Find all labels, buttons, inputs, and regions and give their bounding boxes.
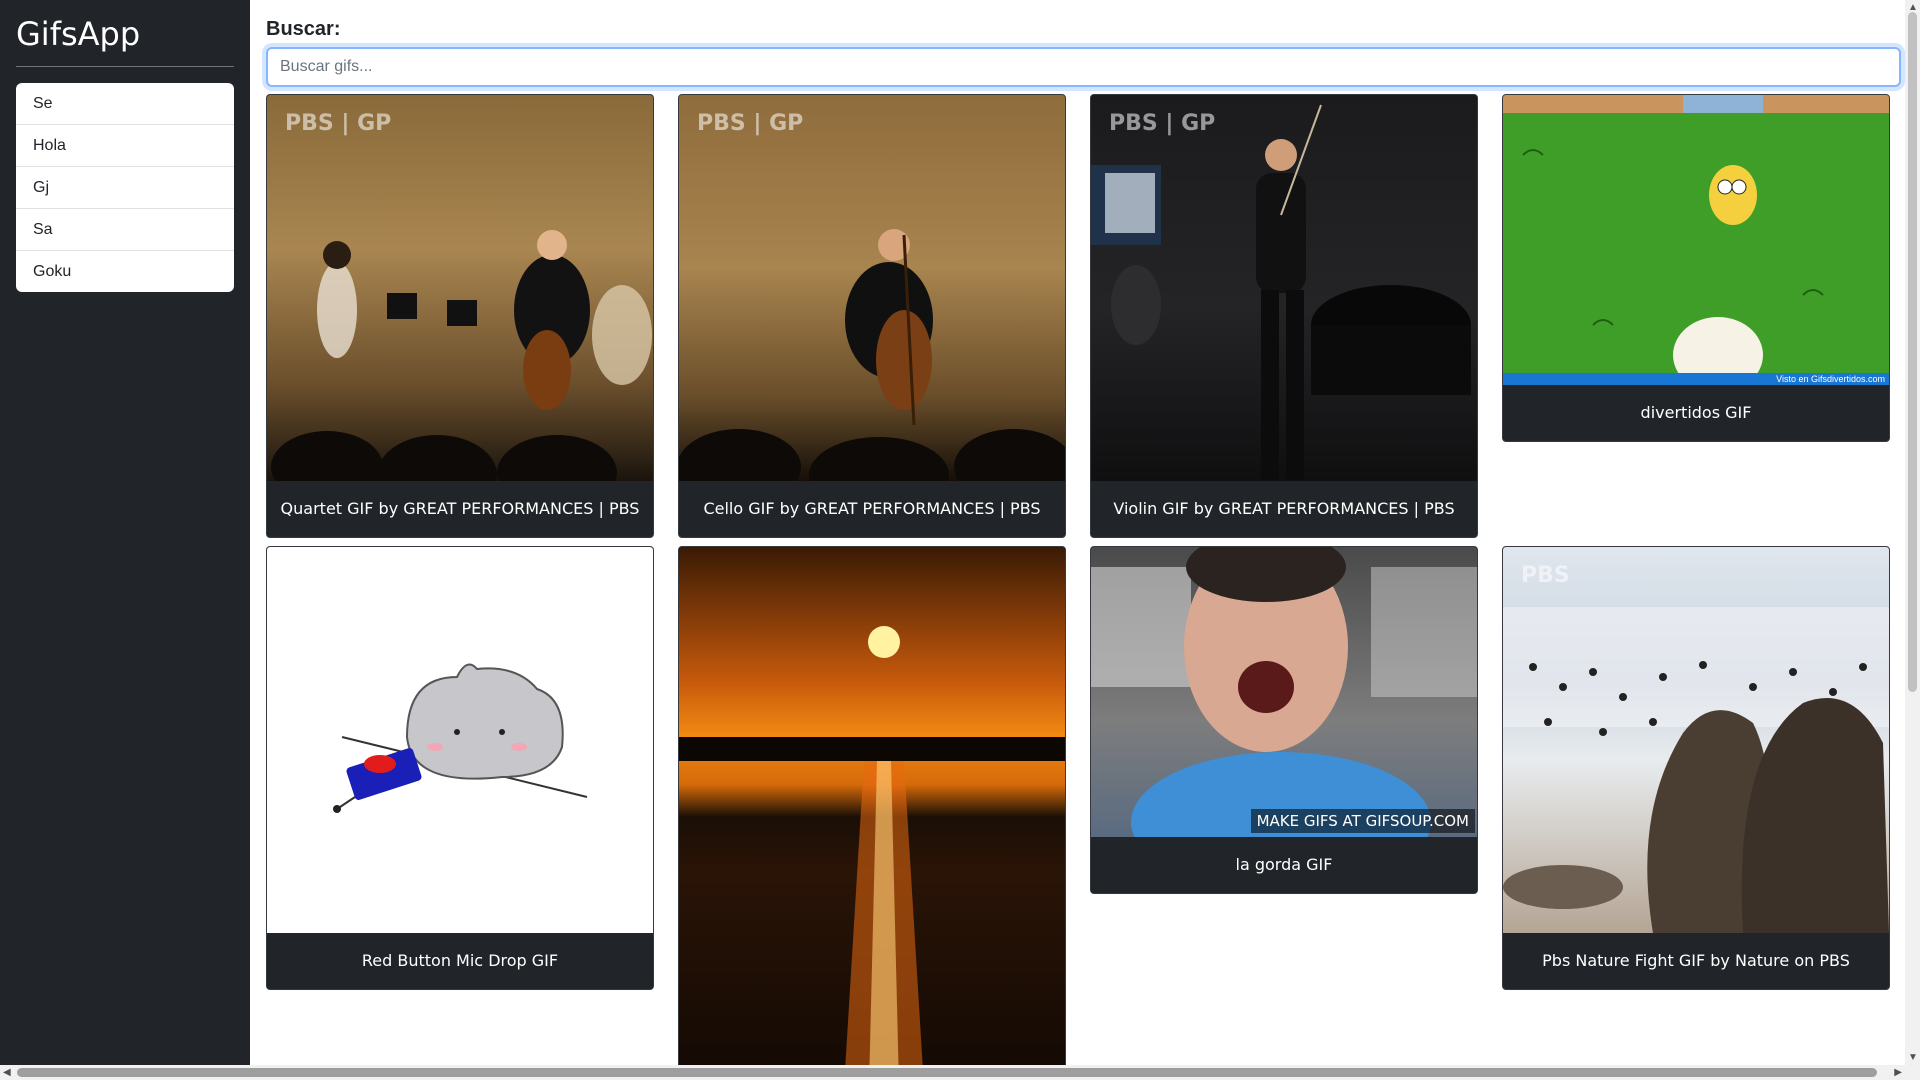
scroll-left-icon[interactable]: ◀ — [3, 1065, 11, 1080]
history-item[interactable]: Se — [16, 83, 234, 125]
main-content: Buscar: PBS | GP Quartet GIF by GREAT PE… — [250, 0, 1905, 1065]
watermark: Visto en Gifsdivertidos.com — [1503, 373, 1889, 385]
gif-title: la gorda GIF — [1235, 855, 1333, 874]
history-item[interactable]: Goku — [16, 251, 234, 292]
vertical-scroll-thumb[interactable] — [1908, 12, 1917, 692]
scroll-right-icon[interactable]: ▶ — [1894, 1065, 1902, 1080]
horizontal-scroll-thumb[interactable] — [17, 1068, 1877, 1077]
gif-image — [267, 547, 653, 933]
watermark: PBS | GP — [1109, 111, 1216, 136]
divider — [16, 66, 234, 67]
search-input[interactable] — [266, 47, 1901, 87]
vertical-scrollbar[interactable]: ▲ ▼ — [1905, 0, 1920, 1065]
scroll-down-icon[interactable]: ▼ — [1908, 1050, 1918, 1065]
watermark: PBS | GP — [285, 111, 392, 136]
search-history-list: Se Hola Gj Sa Goku — [16, 83, 234, 292]
gif-title: Pbs Nature Fight GIF by Nature on PBS — [1542, 951, 1850, 970]
gif-image: MAKE GIFS AT GIFSOUP.COM — [1091, 547, 1477, 837]
gif-card[interactable]: PBS Pbs Nature Fight GIF by Nature on PB… — [1502, 546, 1890, 990]
sidebar: GifsApp Se Hola Gj Sa Goku — [0, 0, 250, 1065]
gif-image: PBS | GP — [267, 95, 653, 481]
app-title: GifsApp — [16, 15, 141, 53]
gif-image: PBS | GP — [679, 95, 1065, 481]
gif-card[interactable]: PBS | GP Quartet GIF by GREAT PERFORMANC… — [266, 94, 654, 538]
history-item[interactable]: Sa — [16, 209, 234, 251]
gif-title: Quartet GIF by GREAT PERFORMANCES | PBS — [280, 499, 640, 518]
watermark: PBS | GP — [697, 111, 804, 136]
gif-image: Visto en Gifsdivertidos.com — [1503, 95, 1889, 385]
watermark: MAKE GIFS AT GIFSOUP.COM — [1250, 809, 1475, 833]
gif-title: Violin GIF by GREAT PERFORMANCES | PBS — [1113, 499, 1455, 518]
gif-title: Cello GIF by GREAT PERFORMANCES | PBS — [703, 499, 1041, 518]
history-item[interactable]: Hola — [16, 125, 234, 167]
gif-card[interactable]: MAKE GIFS AT GIFSOUP.COM la gorda GIF — [1090, 546, 1478, 894]
gif-card[interactable]: PBS | GP Cello GIF by GREAT PERFORMANCES… — [678, 94, 1066, 538]
gif-image: PBS | GP — [1091, 95, 1477, 481]
gif-image — [679, 547, 1065, 1065]
history-item[interactable]: Gj — [16, 167, 234, 209]
search-label: Buscar: — [266, 18, 341, 40]
gif-card[interactable]: Visto en Gifsdivertidos.com divertidos G… — [1502, 94, 1890, 442]
gif-image: PBS — [1503, 547, 1889, 933]
watermark: PBS — [1521, 563, 1570, 588]
gif-card[interactable]: PBS | GP Violin GIF by GREAT PERFORMANCE… — [1090, 94, 1478, 538]
gif-title: Red Button Mic Drop GIF — [361, 951, 559, 970]
gif-card[interactable] — [678, 546, 1066, 1065]
horizontal-scrollbar[interactable]: ◀ ▶ — [0, 1065, 1920, 1080]
gif-title: divertidos GIF — [1640, 403, 1752, 422]
gif-card[interactable]: Red Button Mic Drop GIF — [266, 546, 654, 990]
